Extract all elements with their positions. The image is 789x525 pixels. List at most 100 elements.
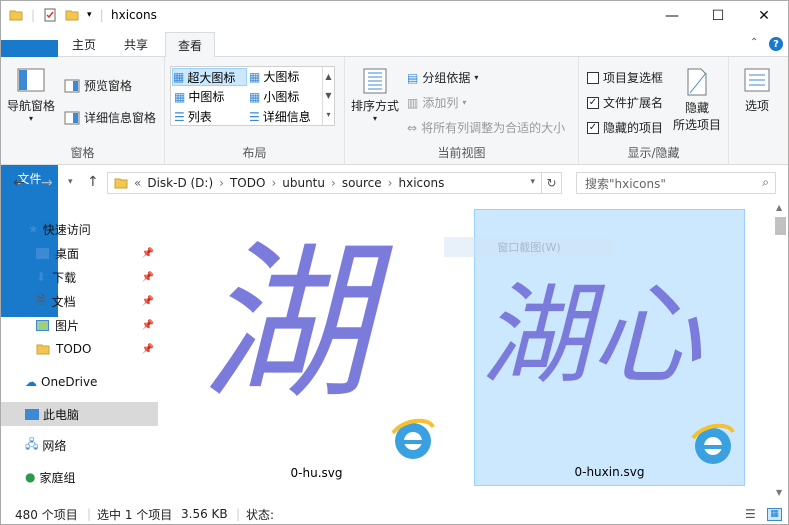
chevron-down-icon[interactable]: ▾ [530,177,535,187]
chevron-down-icon[interactable]: ▾ [87,10,92,20]
search-input[interactable]: 搜索"hxicons" ⌕ [576,172,776,194]
chevron-right-icon[interactable]: › [219,176,224,190]
nav-network[interactable]: 🖧 网络 [1,433,158,457]
hidden-items-toggle[interactable]: ✓ 隐藏的项目 [587,119,663,136]
nav-label: 文档 [51,294,76,309]
breadcrumb-hxicons[interactable]: hxicons [398,176,444,190]
chevron-down-icon: ▾ [474,73,479,82]
breadcrumb-source[interactable]: source › [342,176,393,190]
vertical-scrollbar[interactable]: ▲ ▼ [773,201,788,501]
file-view: 湖 0-hu.svg 湖心 0-huxin.svg 窗口截图(W) [161,201,773,501]
tab-share[interactable]: 共享 [111,32,161,57]
details-pane-icon [64,111,80,124]
nav-todo[interactable]: TODO 📌 [1,337,158,361]
nav-desktop[interactable]: 桌面 📌 [1,241,158,265]
extensions-checkbox[interactable]: ✓ [587,96,599,109]
layout-large-icons[interactable]: ▦ 大图标 [249,68,299,85]
extensions-toggle[interactable]: ✓ 文件扩展名 [587,94,663,111]
group-label: 窗格 [70,146,95,160]
back-icon[interactable]: ← [13,175,25,191]
chevron-right-icon[interactable]: › [271,176,276,190]
nav-pane-button[interactable]: 导航窗格 ▾ [7,67,55,123]
tab-view[interactable]: 查看 [165,32,215,58]
forward-icon[interactable]: → [41,175,53,191]
new-folder-icon[interactable] [65,8,79,22]
status-bar: 480 个项目 | 选中 1 个项目 3.56 KB | 状态: ☰ ▦ [1,503,788,525]
layout-gallery-scroll[interactable]: ▲ ▼ ▾ [322,67,334,125]
details-view-icon: ☰ [249,109,260,124]
nav-documents[interactable]: 🗎 文档 📌 [1,289,158,313]
overflow-chevron-icon[interactable]: « [134,176,141,190]
layout-label: 小图标 [263,90,300,104]
quick-access-toolbar: | ▾ | [9,8,104,22]
desktop-icon [36,247,49,259]
nav-pictures[interactable]: 图片 📌 [1,313,158,337]
scroll-down-icon[interactable]: ▼ [776,488,782,497]
layout-list[interactable]: ☰ 列表 [174,108,212,125]
layout-small-icons[interactable]: ▦ 小图标 [249,88,299,105]
breadcrumb-disk-d[interactable]: Disk-D (D:) › [147,176,224,190]
options-label: 选项 [744,99,769,113]
add-columns-button[interactable]: ▥ 添加列 ▾ [407,94,466,111]
up-icon[interactable]: ↑ [87,174,99,190]
chevron-right-icon[interactable]: › [331,176,336,190]
tab-home[interactable]: 主页 [59,32,109,57]
pin-icon[interactable]: 📌 [142,296,154,307]
nav-quick-access[interactable]: ★ 快速访问 [1,217,158,241]
hide-selected-button[interactable]: 隐藏 所选项目 [673,67,721,133]
details-pane-button[interactable]: 详细信息窗格 [64,109,156,126]
fit-columns-button[interactable]: ⇔ 将所有列调整为合适的大小 [407,119,565,136]
chevron-down-icon: ▾ [373,114,378,123]
help-icon[interactable]: ? [769,37,783,51]
search-placeholder: 搜索"hxicons" [585,176,666,191]
item-checkbox-toggle[interactable]: 项目复选框 [587,69,663,86]
breadcrumb-ubuntu[interactable]: ubuntu › [282,176,336,190]
nav-onedrive[interactable]: ☁ OneDrive [1,370,158,394]
pin-icon[interactable]: 📌 [142,344,154,355]
group-by-label: 分组依据 [422,71,471,85]
options-button[interactable]: 选项 [743,67,771,114]
folder-icon[interactable] [9,8,23,22]
scroll-thumb[interactable] [775,217,786,235]
sort-by-button[interactable]: 排序方式 ▾ [351,67,399,123]
properties-icon[interactable] [43,8,57,22]
refresh-icon[interactable]: ↻ [541,173,561,193]
chevron-up-icon[interactable]: ⌃ [750,37,758,48]
layout-medium-icons[interactable]: ▦ 中图标 [174,88,224,105]
pin-icon[interactable]: 📌 [142,320,154,331]
hidden-items-checkbox[interactable]: ✓ [587,121,599,134]
scroll-up-icon[interactable]: ▲ [776,203,782,212]
nav-label: OneDrive [41,375,98,389]
hidden-items-label: 隐藏的项目 [603,121,664,135]
maximize-button[interactable]: ☐ [695,1,741,31]
pin-icon[interactable]: 📌 [142,272,154,283]
group-by-icon: ▤ [407,70,419,85]
preview-pane-button[interactable]: 预览窗格 [64,77,132,94]
search-icon[interactable]: ⌕ [762,175,769,190]
chevron-right-icon[interactable]: › [388,176,393,190]
recent-locations-icon[interactable]: ▾ [68,177,73,187]
extensions-label: 文件扩展名 [603,96,664,110]
nav-downloads[interactable]: ⬇ 下载 📌 [1,265,158,289]
nav-this-pc[interactable]: 此电脑 [1,402,158,426]
details-view-icon[interactable]: ☰ [745,507,756,521]
nav-homegroup[interactable]: ● 家庭组 [1,465,158,489]
address-box[interactable]: « Disk-D (D:) › TODO › ubuntu › source › hxi… [107,172,562,194]
large-icons-view-icon[interactable]: ▦ [767,507,782,521]
folder-icon [36,344,50,355]
options-icon [744,68,770,92]
group-show-hide: 项目复选框 ✓ 文件扩展名 ✓ 隐藏的项目 隐藏 所选项目 显示/隐藏 [579,57,729,165]
ribbon-tabs: 文件 主页 共享 查看 ⌃ ? [1,32,788,317]
group-by-button[interactable]: ▤ 分组依据 ▾ [407,69,478,86]
minimize-button[interactable]: — [649,1,695,31]
close-button[interactable]: ✕ [741,1,787,31]
layout-label: 超大图标 [187,70,236,85]
layout-details[interactable]: ☰ 详细信息 [249,108,311,125]
item-checkboxes-checkbox[interactable] [587,71,599,84]
breadcrumb-todo[interactable]: TODO › [230,176,276,190]
list-view-icon: ☰ [174,109,185,124]
file-item[interactable]: 湖 0-hu.svg [181,209,452,486]
pin-icon[interactable]: 📌 [142,248,154,259]
layout-extra-large-icons[interactable]: ▦ 超大图标 [172,68,247,86]
hide-selected-label-2: 所选项目 [673,118,722,132]
